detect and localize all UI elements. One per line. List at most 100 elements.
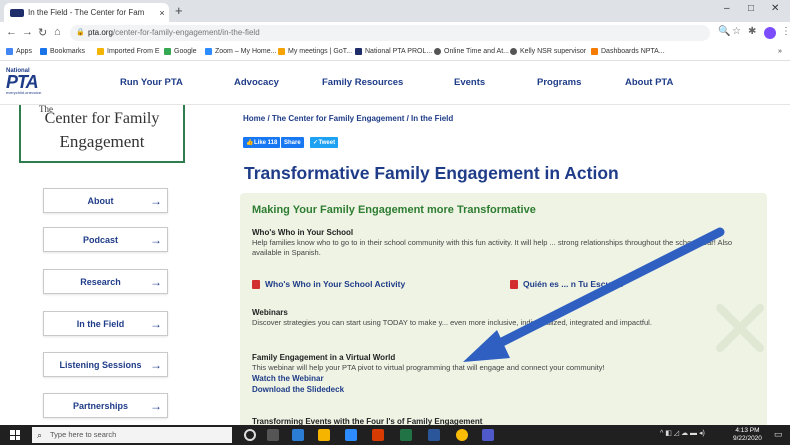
nav-programs[interactable]: Programs bbox=[537, 77, 581, 88]
nav-events[interactable]: Events bbox=[454, 77, 485, 88]
url-bar[interactable]: 🔒 pta.org/center-for-family-engagement/i… bbox=[70, 25, 710, 41]
section-text: Discover strategies you can start using … bbox=[252, 318, 652, 327]
browser-tab[interactable]: In the Field - The Center for Fam × bbox=[4, 3, 169, 22]
sidebar-item-about[interactable]: About → bbox=[43, 188, 168, 213]
zoom-app-icon[interactable] bbox=[345, 429, 357, 441]
bookmark-bookmarks[interactable]: Bookmarks bbox=[40, 48, 85, 55]
bookmark-imported[interactable]: Imported From E bbox=[97, 48, 160, 55]
profile-avatar[interactable] bbox=[764, 27, 776, 39]
close-window-button[interactable]: ✕ bbox=[771, 3, 779, 14]
sidebar-item-label: Research bbox=[80, 276, 121, 287]
sidebar-item-listening-sessions[interactable]: Listening Sessions → bbox=[43, 352, 168, 377]
tweet-button[interactable]: ✓ Tweet bbox=[310, 137, 339, 148]
arrow-right-icon: → bbox=[150, 398, 162, 413]
bookmark-google[interactable]: Google bbox=[164, 48, 197, 55]
menu-dots-icon[interactable]: ⋮ bbox=[781, 26, 790, 37]
bookmark-meetings[interactable]: My meetings | GoT... bbox=[278, 48, 352, 55]
sidebar-item-partnerships[interactable]: Partnerships → bbox=[43, 393, 168, 418]
dashboard-icon bbox=[591, 48, 598, 55]
bookmark-apps[interactable]: Apps bbox=[6, 48, 32, 55]
word-app-icon[interactable] bbox=[428, 429, 440, 441]
sidebar-item-in-the-field[interactable]: In the Field → bbox=[43, 311, 168, 336]
center-for-family-engagement-logo: The Center for Family Engagement bbox=[19, 104, 185, 163]
facebook-like-button[interactable]: 👍 Like 118 bbox=[243, 137, 281, 148]
maximize-button[interactable]: □ bbox=[748, 3, 754, 14]
globe-icon bbox=[434, 48, 441, 55]
teams-app-icon[interactable] bbox=[482, 429, 494, 441]
nav-advocacy[interactable]: Advocacy bbox=[234, 77, 279, 88]
folder-icon bbox=[97, 48, 104, 55]
task-view-icon[interactable] bbox=[267, 429, 279, 441]
site-header: National PTA everychild.onevoice. Run Yo… bbox=[0, 61, 790, 105]
pdf-icon bbox=[252, 279, 260, 289]
google-icon bbox=[164, 48, 171, 55]
notifications-icon[interactable]: ▭ bbox=[774, 429, 783, 440]
back-arrow-icon[interactable]: ← bbox=[6, 26, 17, 38]
globe-icon bbox=[510, 48, 517, 55]
content-panel: Making Your Family Engagement more Trans… bbox=[240, 193, 767, 433]
tools-watermark-icon bbox=[716, 304, 764, 352]
browser-tab-bar: In the Field - The Center for Fam × + – … bbox=[0, 0, 790, 22]
bookmark-dashboards[interactable]: Dashboards NPTA... bbox=[591, 48, 665, 55]
whos-who-activity-link[interactable]: Who's Who in Your School Activity bbox=[252, 279, 405, 289]
star-icon[interactable]: ☆ bbox=[732, 26, 741, 37]
watch-webinar-link[interactable]: Watch the Webinar bbox=[252, 374, 324, 383]
nav-run-your-pta[interactable]: Run Your PTA bbox=[120, 77, 183, 88]
arrow-right-icon: → bbox=[150, 193, 162, 208]
bookmarks-bar: Apps Bookmarks Imported From E Google Zo… bbox=[0, 44, 790, 61]
search-placeholder: Type here to search bbox=[50, 430, 117, 439]
pdf-icon bbox=[510, 279, 518, 289]
url-domain: pta.org bbox=[88, 28, 113, 37]
address-bar-row: ← → ↻ ⌂ 🔒 pta.org/center-for-family-enga… bbox=[0, 22, 790, 44]
download-slidedeck-link[interactable]: Download the Slidedeck bbox=[252, 385, 344, 394]
forward-arrow-icon[interactable]: → bbox=[22, 26, 33, 38]
extension-icon[interactable]: ✱ bbox=[748, 26, 756, 37]
quien-es-quien-link[interactable]: Quién es ... n Tu Escuela bbox=[510, 279, 623, 289]
url-path: /center-for-family-engagement/in-the-fie… bbox=[112, 28, 260, 37]
section-text: This webinar will help your PTA pivot to… bbox=[252, 363, 605, 372]
sidebar-item-label: In the Field bbox=[76, 318, 125, 329]
chrome-icon[interactable] bbox=[456, 429, 468, 441]
windows-start-icon[interactable] bbox=[10, 430, 20, 440]
system-tray-icons[interactable]: ^ ◧ ◿ ☁ ▬ ◂) bbox=[660, 429, 705, 437]
more-bookmarks-button[interactable]: » bbox=[778, 48, 782, 55]
file-explorer-icon[interactable] bbox=[318, 429, 330, 441]
office-app-icon[interactable] bbox=[372, 429, 384, 441]
sidebar-item-label: Partnerships bbox=[72, 400, 129, 411]
nav-family-resources[interactable]: Family Resources bbox=[322, 77, 403, 88]
tab-close-icon[interactable]: × bbox=[155, 8, 169, 18]
clock-date: 9/22/2020 bbox=[733, 435, 762, 442]
taskbar: ⌕ Type here to search ^ ◧ ◿ ☁ ▬ ◂) 4:13 … bbox=[0, 425, 790, 445]
arrow-right-icon: → bbox=[150, 357, 162, 372]
logo-tagline: everychild.onevoice. bbox=[6, 90, 43, 95]
cortana-icon[interactable] bbox=[244, 429, 256, 441]
new-tab-button[interactable]: + bbox=[175, 3, 183, 18]
people-app-icon[interactable] bbox=[292, 429, 304, 441]
bookmark-zoom[interactable]: Zoom – My Home... bbox=[205, 48, 276, 55]
nav-about-pta[interactable]: About PTA bbox=[625, 77, 673, 88]
bookmark-pta-prol[interactable]: National PTA PROL... bbox=[355, 48, 432, 55]
sidebar-item-label: About bbox=[87, 195, 114, 206]
lock-icon: 🔒 bbox=[76, 29, 85, 36]
taskbar-clock[interactable]: 4:13 PM 9/22/2020 bbox=[733, 427, 762, 443]
section-title: Webinars bbox=[252, 308, 288, 317]
bookmark-kelly[interactable]: Kelly NSR supervisor bbox=[510, 48, 586, 55]
pta-logo[interactable]: National PTA everychild.onevoice. bbox=[6, 68, 70, 100]
bookmark-online-time[interactable]: Online Time and At... bbox=[434, 48, 509, 55]
sidebar-item-label: Listening Sessions bbox=[59, 359, 142, 370]
sidebar-item-research[interactable]: Research → bbox=[43, 269, 168, 294]
logo-pta: PTA bbox=[6, 72, 39, 92]
star-icon bbox=[40, 48, 47, 55]
zoom-icon[interactable]: 🔍 bbox=[718, 26, 730, 37]
section-title: Family Engagement in a Virtual World bbox=[252, 353, 396, 362]
facebook-share-button[interactable]: Share bbox=[281, 137, 304, 148]
excel-app-icon[interactable] bbox=[400, 429, 412, 441]
breadcrumb[interactable]: Home / The Center for Family Engagement … bbox=[243, 114, 453, 123]
home-icon[interactable]: ⌂ bbox=[54, 26, 61, 38]
minimize-button[interactable]: – bbox=[724, 3, 730, 14]
page-title: Transformative Family Engagement in Acti… bbox=[244, 163, 619, 183]
reload-icon[interactable]: ↻ bbox=[38, 26, 47, 39]
sidebar-item-podcast[interactable]: Podcast → bbox=[43, 227, 168, 252]
pta-favicon-icon bbox=[355, 48, 362, 55]
taskbar-search-input[interactable]: ⌕ Type here to search bbox=[32, 427, 232, 443]
